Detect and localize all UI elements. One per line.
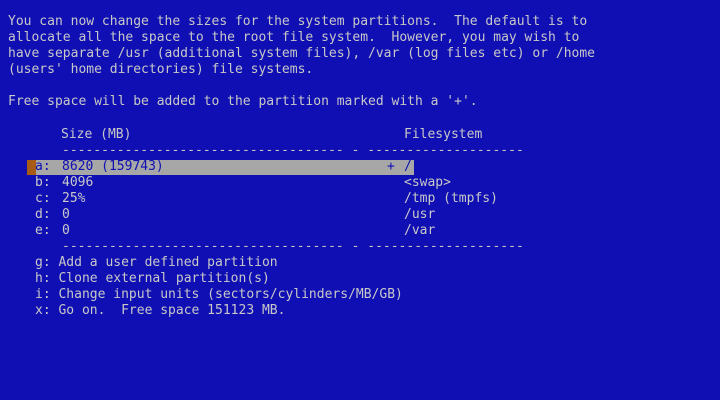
table-separator-bottom: ------------------------------------ - -… [62, 239, 524, 254]
intro-line-2: allocate all the space to the root file … [8, 30, 580, 45]
column-header-size: Size (MB) [61, 127, 132, 142]
partition-row-e-fs[interactable]: /var [404, 223, 435, 239]
partition-row-c-size[interactable]: 25% [62, 191, 85, 207]
partition-row-d-key[interactable]: d: [35, 207, 51, 223]
menu-item-add-partition[interactable]: g: Add a user defined partition [35, 255, 278, 271]
partition-row-b-size[interactable]: 4096 [62, 175, 93, 191]
partition-row-c-fs[interactable]: /tmp (tmpfs) [404, 191, 498, 207]
partition-row-e-size[interactable]: 0 [62, 223, 70, 239]
menu-item-clone-partitions[interactable]: h: Clone external partition(s) [35, 271, 270, 287]
partition-row-d-fs[interactable]: /usr [404, 207, 435, 223]
table-separator-top: ------------------------------------ - -… [62, 143, 524, 158]
intro-line-4: (users' home directories) file systems. [8, 62, 314, 77]
free-space-note: Free space will be added to the partitio… [8, 94, 478, 109]
partition-row-a-size[interactable]: 8620 (159743) [62, 159, 164, 175]
partition-row-c-key[interactable]: c: [35, 191, 51, 207]
intro-line-3: have separate /usr (additional system fi… [8, 46, 595, 61]
column-header-filesystem: Filesystem [404, 127, 483, 142]
partition-row-a-fs[interactable]: / [404, 159, 412, 175]
partition-row-d-size[interactable]: 0 [62, 207, 70, 223]
partition-row-e-key[interactable]: e: [35, 223, 51, 239]
partition-row-a-key[interactable]: a: [35, 159, 51, 175]
intro-line-1: You can now change the sizes for the sys… [8, 14, 588, 29]
partition-row-b-key[interactable]: b: [35, 175, 51, 191]
partition-row-b-fs[interactable]: <swap> [404, 175, 451, 191]
menu-item-go-on[interactable]: x: Go on. Free space 151123 MB. [35, 303, 285, 319]
installer-screen: You can now change the sizes for the sys… [0, 0, 720, 400]
partition-row-a-flag[interactable]: + [387, 159, 395, 175]
menu-item-change-units[interactable]: i: Change input units (sectors/cylinders… [35, 287, 403, 303]
